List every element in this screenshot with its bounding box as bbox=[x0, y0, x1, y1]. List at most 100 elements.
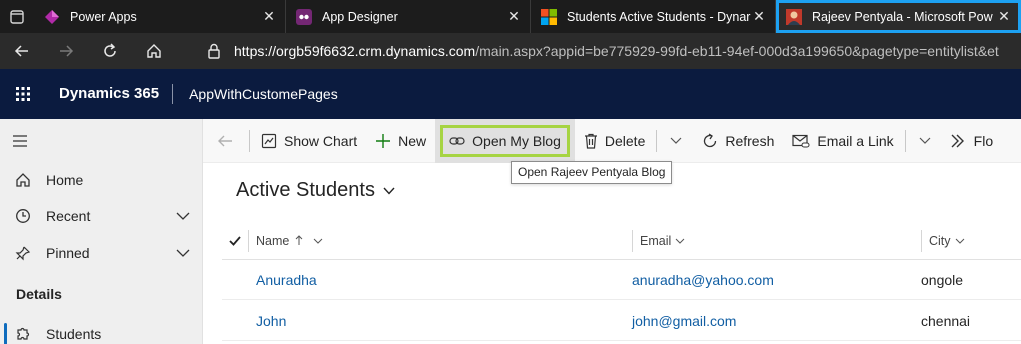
student-name-link[interactable]: John bbox=[256, 313, 286, 329]
nav-item-students[interactable]: Students bbox=[0, 316, 203, 344]
close-icon[interactable]: ✕ bbox=[506, 8, 522, 25]
new-button[interactable]: New bbox=[366, 119, 435, 163]
puzzle-icon bbox=[0, 326, 46, 342]
refresh-icon bbox=[702, 132, 718, 149]
nav-item-recent[interactable]: Recent bbox=[0, 198, 203, 234]
view-title: Active Students bbox=[236, 179, 375, 201]
chevron-down-icon bbox=[675, 238, 685, 244]
student-email-link[interactable]: anuradha@yahoo.com bbox=[632, 272, 774, 288]
close-icon[interactable]: ✕ bbox=[261, 8, 277, 25]
refresh-button[interactable]: Refresh bbox=[693, 119, 783, 163]
student-email-link[interactable]: john@gmail.com bbox=[632, 313, 736, 329]
plus-icon bbox=[375, 133, 391, 149]
email-a-link-button[interactable]: Email a Link bbox=[783, 119, 902, 163]
tab-title: App Designer bbox=[322, 9, 398, 24]
app-header: Dynamics 365 AppWithCustomePages bbox=[0, 69, 1021, 119]
trash-icon bbox=[584, 133, 598, 149]
chevron-down-icon bbox=[313, 238, 323, 244]
table-row[interactable]: John john@gmail.com chennai bbox=[222, 301, 1021, 341]
view-selector[interactable]: Active Students bbox=[236, 179, 395, 202]
column-header-city[interactable]: City bbox=[921, 229, 1021, 252]
open-my-blog-button[interactable]: Open My Blog bbox=[435, 118, 575, 163]
sitemap-nav: Home Recent Pinned Details Students bbox=[0, 119, 203, 344]
app-launcher-icon[interactable] bbox=[0, 69, 46, 119]
column-label: Name bbox=[256, 233, 290, 248]
divider bbox=[249, 129, 250, 152]
browser-tab-app-designer[interactable]: App Designer ✕ bbox=[286, 0, 531, 33]
address-bar: https://orgb59f6632.crm.dynamics.com/mai… bbox=[0, 33, 1021, 69]
back-button[interactable] bbox=[203, 119, 247, 163]
clock-icon bbox=[0, 208, 46, 224]
app-name[interactable]: AppWithCustomePages bbox=[173, 86, 338, 102]
tab-title: Rajeev Pentyala - Microsoft Pow bbox=[812, 9, 993, 24]
nav-item-home[interactable]: Home bbox=[0, 162, 203, 198]
browser-tab-strip: Power Apps ✕ App Designer ✕ Students Act… bbox=[0, 0, 1021, 33]
browser-tab-power-apps[interactable]: Power Apps ✕ bbox=[34, 0, 286, 33]
close-icon[interactable]: ✕ bbox=[751, 8, 767, 25]
delete-label: Delete bbox=[604, 132, 646, 149]
chevron-down-icon[interactable] bbox=[163, 249, 203, 257]
column-header-email[interactable]: Email bbox=[632, 229, 921, 252]
link-icon bbox=[449, 135, 465, 147]
chevron-down-icon[interactable] bbox=[163, 212, 203, 220]
new-label: New bbox=[398, 132, 427, 149]
back-arrow-icon[interactable] bbox=[0, 33, 44, 69]
nav-item-label: Students bbox=[46, 326, 102, 342]
student-name-link[interactable]: Anuradha bbox=[256, 272, 317, 288]
nav-item-label: Home bbox=[46, 172, 84, 188]
refresh-label: Refresh bbox=[725, 132, 775, 149]
table-row[interactable]: Anuradha anuradha@yahoo.com ongole bbox=[222, 260, 1021, 300]
hamburger-icon[interactable] bbox=[12, 134, 28, 151]
chart-icon bbox=[261, 133, 277, 149]
tooltip: Open Rajeev Pentyala Blog bbox=[511, 161, 673, 184]
app-designer-icon bbox=[296, 8, 312, 25]
power-apps-icon bbox=[44, 9, 60, 25]
open-my-blog-label: Open My Blog bbox=[472, 132, 561, 149]
delete-button[interactable]: Delete bbox=[575, 119, 654, 163]
delete-more-chevron-icon[interactable] bbox=[659, 119, 693, 163]
select-all-checkmark-icon[interactable] bbox=[222, 235, 248, 246]
brand-title[interactable]: Dynamics 365 bbox=[46, 84, 174, 104]
grid-header: Name Email City bbox=[222, 222, 1021, 260]
student-city: chennai bbox=[921, 312, 971, 329]
command-bar: Show Chart New Open My Blog Delete Refre… bbox=[203, 118, 1021, 163]
url-input[interactable]: https://orgb59f6632.crm.dynamics.com/mai… bbox=[192, 37, 1021, 65]
flow-icon bbox=[951, 134, 967, 148]
pin-icon bbox=[0, 245, 46, 261]
flow-button[interactable]: Flo bbox=[942, 119, 1002, 163]
nav-item-pinned[interactable]: Pinned bbox=[0, 235, 203, 271]
student-city: ongole bbox=[921, 271, 964, 288]
chevron-down-icon bbox=[383, 187, 395, 195]
home-icon[interactable] bbox=[132, 33, 176, 69]
forward-arrow-icon[interactable] bbox=[44, 33, 88, 69]
chevron-down-icon bbox=[955, 238, 965, 244]
reload-icon[interactable] bbox=[88, 33, 132, 69]
microsoft-logo-icon bbox=[541, 8, 557, 25]
column-label: City bbox=[929, 233, 951, 248]
flow-label: Flo bbox=[973, 132, 994, 149]
show-chart-label: Show Chart bbox=[284, 132, 358, 149]
url-path: /main.aspx?appid=be775929-99fd-eb11-94ef… bbox=[475, 43, 999, 59]
column-header-name[interactable]: Name bbox=[248, 229, 632, 252]
tab-title: Power Apps bbox=[70, 9, 137, 24]
nav-section-details: Details bbox=[16, 286, 62, 302]
url-host: https://orgb59f6632.crm.dynamics.com bbox=[234, 43, 476, 59]
show-chart-button[interactable]: Show Chart bbox=[252, 119, 366, 163]
divider bbox=[904, 129, 906, 152]
divider bbox=[656, 129, 658, 152]
tab-title: Students Active Students - Dynar bbox=[567, 9, 751, 24]
lock-icon bbox=[202, 43, 226, 59]
home-icon bbox=[0, 172, 46, 188]
highlight-box: Open My Blog bbox=[440, 124, 570, 157]
browser-tab-students[interactable]: Students Active Students - Dynar ✕ bbox=[531, 0, 776, 33]
email-link-icon bbox=[792, 134, 810, 148]
browser-tab-rajeev-blog[interactable]: Rajeev Pentyala - Microsoft Pow ✕ bbox=[776, 0, 1021, 33]
sort-ascending-icon bbox=[295, 235, 303, 246]
nav-item-label: Pinned bbox=[46, 245, 90, 261]
close-icon[interactable]: ✕ bbox=[996, 8, 1012, 25]
tab-actions-icon[interactable] bbox=[0, 0, 34, 33]
nav-item-label: Recent bbox=[46, 208, 91, 224]
email-more-chevron-icon[interactable] bbox=[908, 119, 942, 163]
avatar-icon bbox=[786, 8, 802, 25]
column-label: Email bbox=[640, 233, 672, 248]
